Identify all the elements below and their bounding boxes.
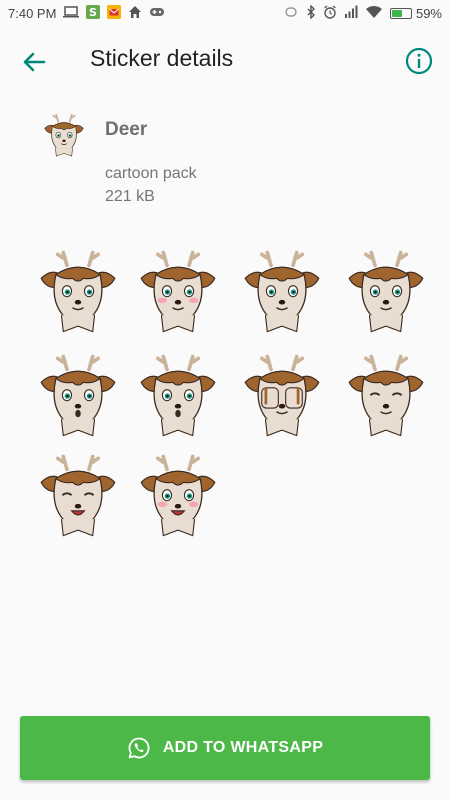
toolbar: Sticker details bbox=[0, 26, 450, 96]
pack-name: Deer bbox=[105, 119, 148, 140]
status-bar-left: 7:40 PM S bbox=[8, 4, 165, 22]
info-button[interactable] bbox=[404, 46, 434, 76]
add-to-whatsapp-button[interactable]: ADD TO WHATSAPP bbox=[20, 716, 430, 780]
sticker-7[interactable] bbox=[236, 351, 328, 443]
add-to-whatsapp-label: ADD TO WHATSAPP bbox=[162, 739, 324, 756]
vibrate-icon bbox=[283, 6, 299, 21]
back-button[interactable] bbox=[18, 46, 50, 78]
info-icon bbox=[405, 47, 433, 75]
home-icon bbox=[128, 5, 142, 22]
sticker-1[interactable] bbox=[32, 247, 124, 339]
battery-icon: 59% bbox=[389, 5, 442, 21]
sticker-5[interactable] bbox=[32, 351, 124, 443]
sticker-9[interactable] bbox=[32, 451, 124, 543]
pack-thumbnail bbox=[40, 112, 86, 164]
whatsapp-icon bbox=[128, 737, 150, 759]
sticker-2[interactable] bbox=[132, 247, 224, 339]
arrow-left-icon bbox=[23, 52, 46, 72]
gamepad-icon bbox=[149, 6, 165, 21]
wifi-icon bbox=[365, 5, 383, 22]
sticker-6[interactable] bbox=[132, 351, 224, 443]
signal-icon bbox=[344, 5, 358, 21]
sticker-10[interactable] bbox=[132, 451, 224, 543]
status-bar: 7:40 PM S 59% bbox=[0, 0, 450, 26]
pack-size: 221 kB bbox=[105, 188, 155, 205]
svg-text:S: S bbox=[89, 6, 97, 19]
pack-publisher: cartoon pack bbox=[105, 165, 197, 182]
alarm-icon bbox=[323, 4, 337, 22]
sticker-3[interactable] bbox=[236, 247, 328, 339]
sticker-8[interactable] bbox=[340, 351, 432, 443]
bluetooth-icon bbox=[306, 3, 316, 22]
sticker-4[interactable] bbox=[340, 247, 432, 339]
battery-level-fill bbox=[391, 9, 402, 17]
battery-percent: 59% bbox=[415, 5, 442, 21]
status-time: 7:40 PM bbox=[8, 5, 57, 21]
status-bar-right: 59% bbox=[283, 3, 442, 22]
page-title: Sticker details bbox=[90, 45, 234, 71]
s-app-icon: S bbox=[86, 4, 101, 22]
mail-app-icon bbox=[107, 4, 122, 22]
laptop-icon bbox=[63, 5, 80, 21]
